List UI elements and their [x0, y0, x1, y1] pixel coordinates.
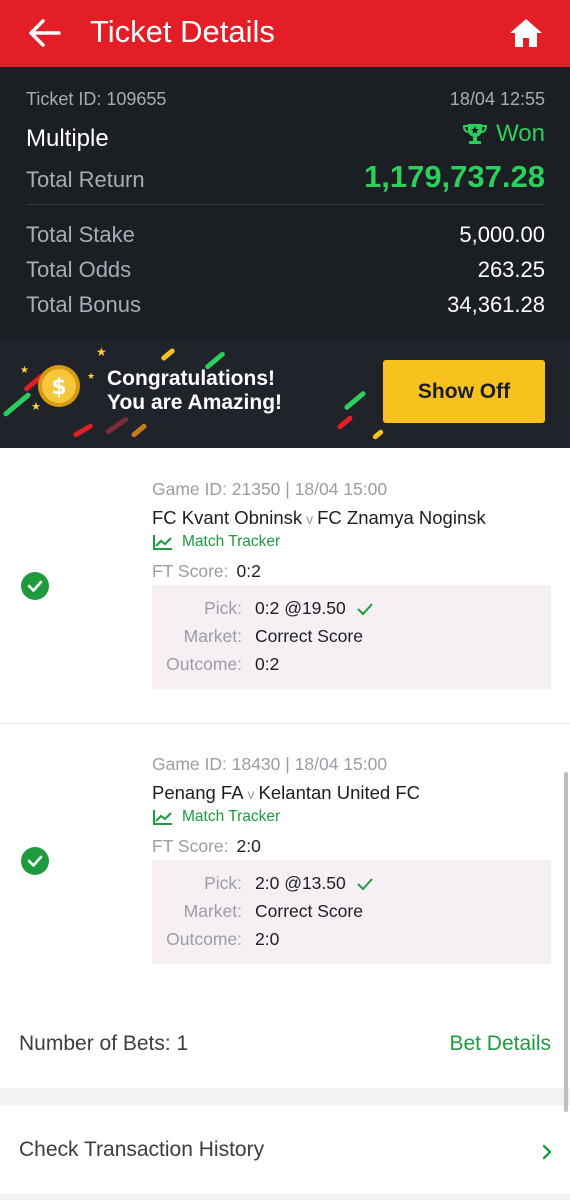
check-circle-icon [21, 572, 49, 600]
star-icon: ★ [87, 371, 96, 381]
pick-details: Pick: 2:0 @13.50 Market: Correct Score O… [152, 860, 551, 964]
confetti-streak [160, 347, 176, 362]
ft-score-value: 2:0 [236, 836, 261, 856]
check-icon [357, 877, 373, 890]
home-team: FC Kvant Obninsk [152, 507, 303, 528]
number-of-bets: Number of Bets: 1 [19, 1032, 189, 1055]
svg-text:$: $ [51, 375, 66, 400]
pick-value: 0:2 @19.50 [255, 598, 346, 618]
home-team: Penang FA [152, 782, 244, 803]
check-icon [357, 602, 373, 615]
pick-details: Pick: 0:2 @19.50 Market: Correct Score O… [152, 585, 551, 689]
market-label: Market: [183, 626, 242, 646]
star-icon: ★ [96, 345, 107, 359]
ticket-id: Ticket ID: 109655 [26, 89, 167, 109]
chart-line-icon [153, 810, 172, 825]
game-id: Game ID: 21350 | 18/04 15:00 [152, 479, 388, 499]
confetti-streak [336, 414, 354, 431]
ticket-summary: Ticket ID: 109655 18/04 12:55 Multiple W… [0, 67, 570, 340]
chevron-right-icon [542, 1144, 552, 1160]
congrats-banner: ★ ★ ★ ★ $ Congratulations! You are Amazi… [0, 340, 570, 448]
check-circle-icon [21, 847, 49, 875]
game-id: Game ID: 18430 | 18/04 15:00 [152, 754, 388, 774]
summary-divider [26, 204, 545, 205]
confetti-streak [130, 422, 148, 439]
market-label: Market: [183, 901, 242, 921]
ft-score: FT Score: 0:2 [152, 561, 261, 582]
ft-score: FT Score: 2:0 [152, 836, 261, 857]
congrats-line1: Congratulations! [107, 367, 275, 390]
scrollbar[interactable] [564, 772, 568, 1112]
bet-details-link[interactable]: Bet Details [449, 1032, 551, 1056]
confetti-streak [2, 391, 32, 418]
show-off-button[interactable]: Show Off [383, 360, 545, 423]
coin-icon: $ [38, 365, 80, 407]
confetti-streak [343, 390, 367, 411]
bet-item: Game ID: 18430 | 18/04 15:00 Penang FA v K… [0, 724, 570, 999]
match-tracker-label: Match Tracker [182, 808, 281, 825]
match-teams: Penang FA v Kelantan United FC [152, 782, 420, 804]
match-tracker-label: Match Tracker [182, 533, 281, 550]
total-bonus-value: 34,361.28 [447, 292, 545, 317]
ft-score-value: 0:2 [236, 561, 261, 581]
total-return-label: Total Return [26, 167, 145, 192]
status-badge: Won [462, 120, 545, 148]
congrats-text: Congratulations! You are Amazing! [107, 367, 282, 415]
ft-score-label: FT Score: [152, 836, 229, 856]
outcome-value: 0:2 [255, 654, 280, 674]
versus-label: v [306, 511, 314, 527]
away-team: Kelantan United FC [258, 782, 420, 803]
versus-label: v [247, 786, 255, 802]
chart-line-icon [153, 535, 172, 550]
total-stake-label: Total Stake [26, 222, 135, 247]
confetti-streak [104, 415, 130, 436]
app-header: Ticket Details [0, 0, 570, 67]
total-bonus-label: Total Bonus [26, 292, 141, 317]
total-stake-value: 5,000.00 [459, 222, 545, 247]
total-return-value: 1,179,737.28 [363, 159, 545, 194]
market-value: Correct Score [255, 626, 363, 646]
outcome-label: Outcome: [166, 654, 242, 674]
congrats-line2: You are Amazing! [107, 391, 283, 414]
match-tracker-link[interactable]: Match Tracker [152, 808, 280, 826]
total-odds-label: Total Odds [26, 257, 132, 282]
outcome-label: Outcome: [166, 929, 242, 949]
bet-item: Game ID: 21350 | 18/04 15:00 FC Kvant Ob… [0, 448, 570, 723]
away-team: FC Znamya Noginsk [317, 507, 486, 528]
number-of-bets-row: Number of Bets: 1 Bet Details [0, 998, 570, 1088]
ticket-datetime: 18/04 12:55 [449, 89, 545, 109]
total-odds-value: 263.25 [477, 257, 545, 282]
outcome-value: 2:0 [255, 929, 280, 949]
match-tracker-link[interactable]: Match Tracker [152, 533, 280, 551]
trophy-icon [463, 124, 488, 144]
pick-value: 2:0 @13.50 [255, 873, 346, 893]
transaction-history-row[interactable]: Check Transaction History [0, 1105, 570, 1194]
star-icon: ★ [20, 365, 29, 376]
transaction-history-label: Check Transaction History [19, 1138, 265, 1161]
bet-type: Multiple [26, 125, 109, 152]
bet-list: Game ID: 21350 | 18/04 15:00 FC Kvant Ob… [0, 448, 570, 1088]
ft-score-label: FT Score: [152, 561, 229, 581]
back-arrow-icon[interactable] [28, 18, 62, 48]
pick-label: Pick: [204, 873, 242, 893]
pick-label: Pick: [204, 598, 242, 618]
home-icon[interactable] [508, 16, 544, 50]
status-text: Won [496, 120, 545, 147]
confetti-streak [72, 422, 94, 439]
confetti-streak [371, 428, 385, 441]
page-title: Ticket Details [90, 14, 275, 49]
match-teams: FC Kvant Obninsk v FC Znamya Noginsk [152, 507, 486, 529]
market-value: Correct Score [255, 901, 363, 921]
